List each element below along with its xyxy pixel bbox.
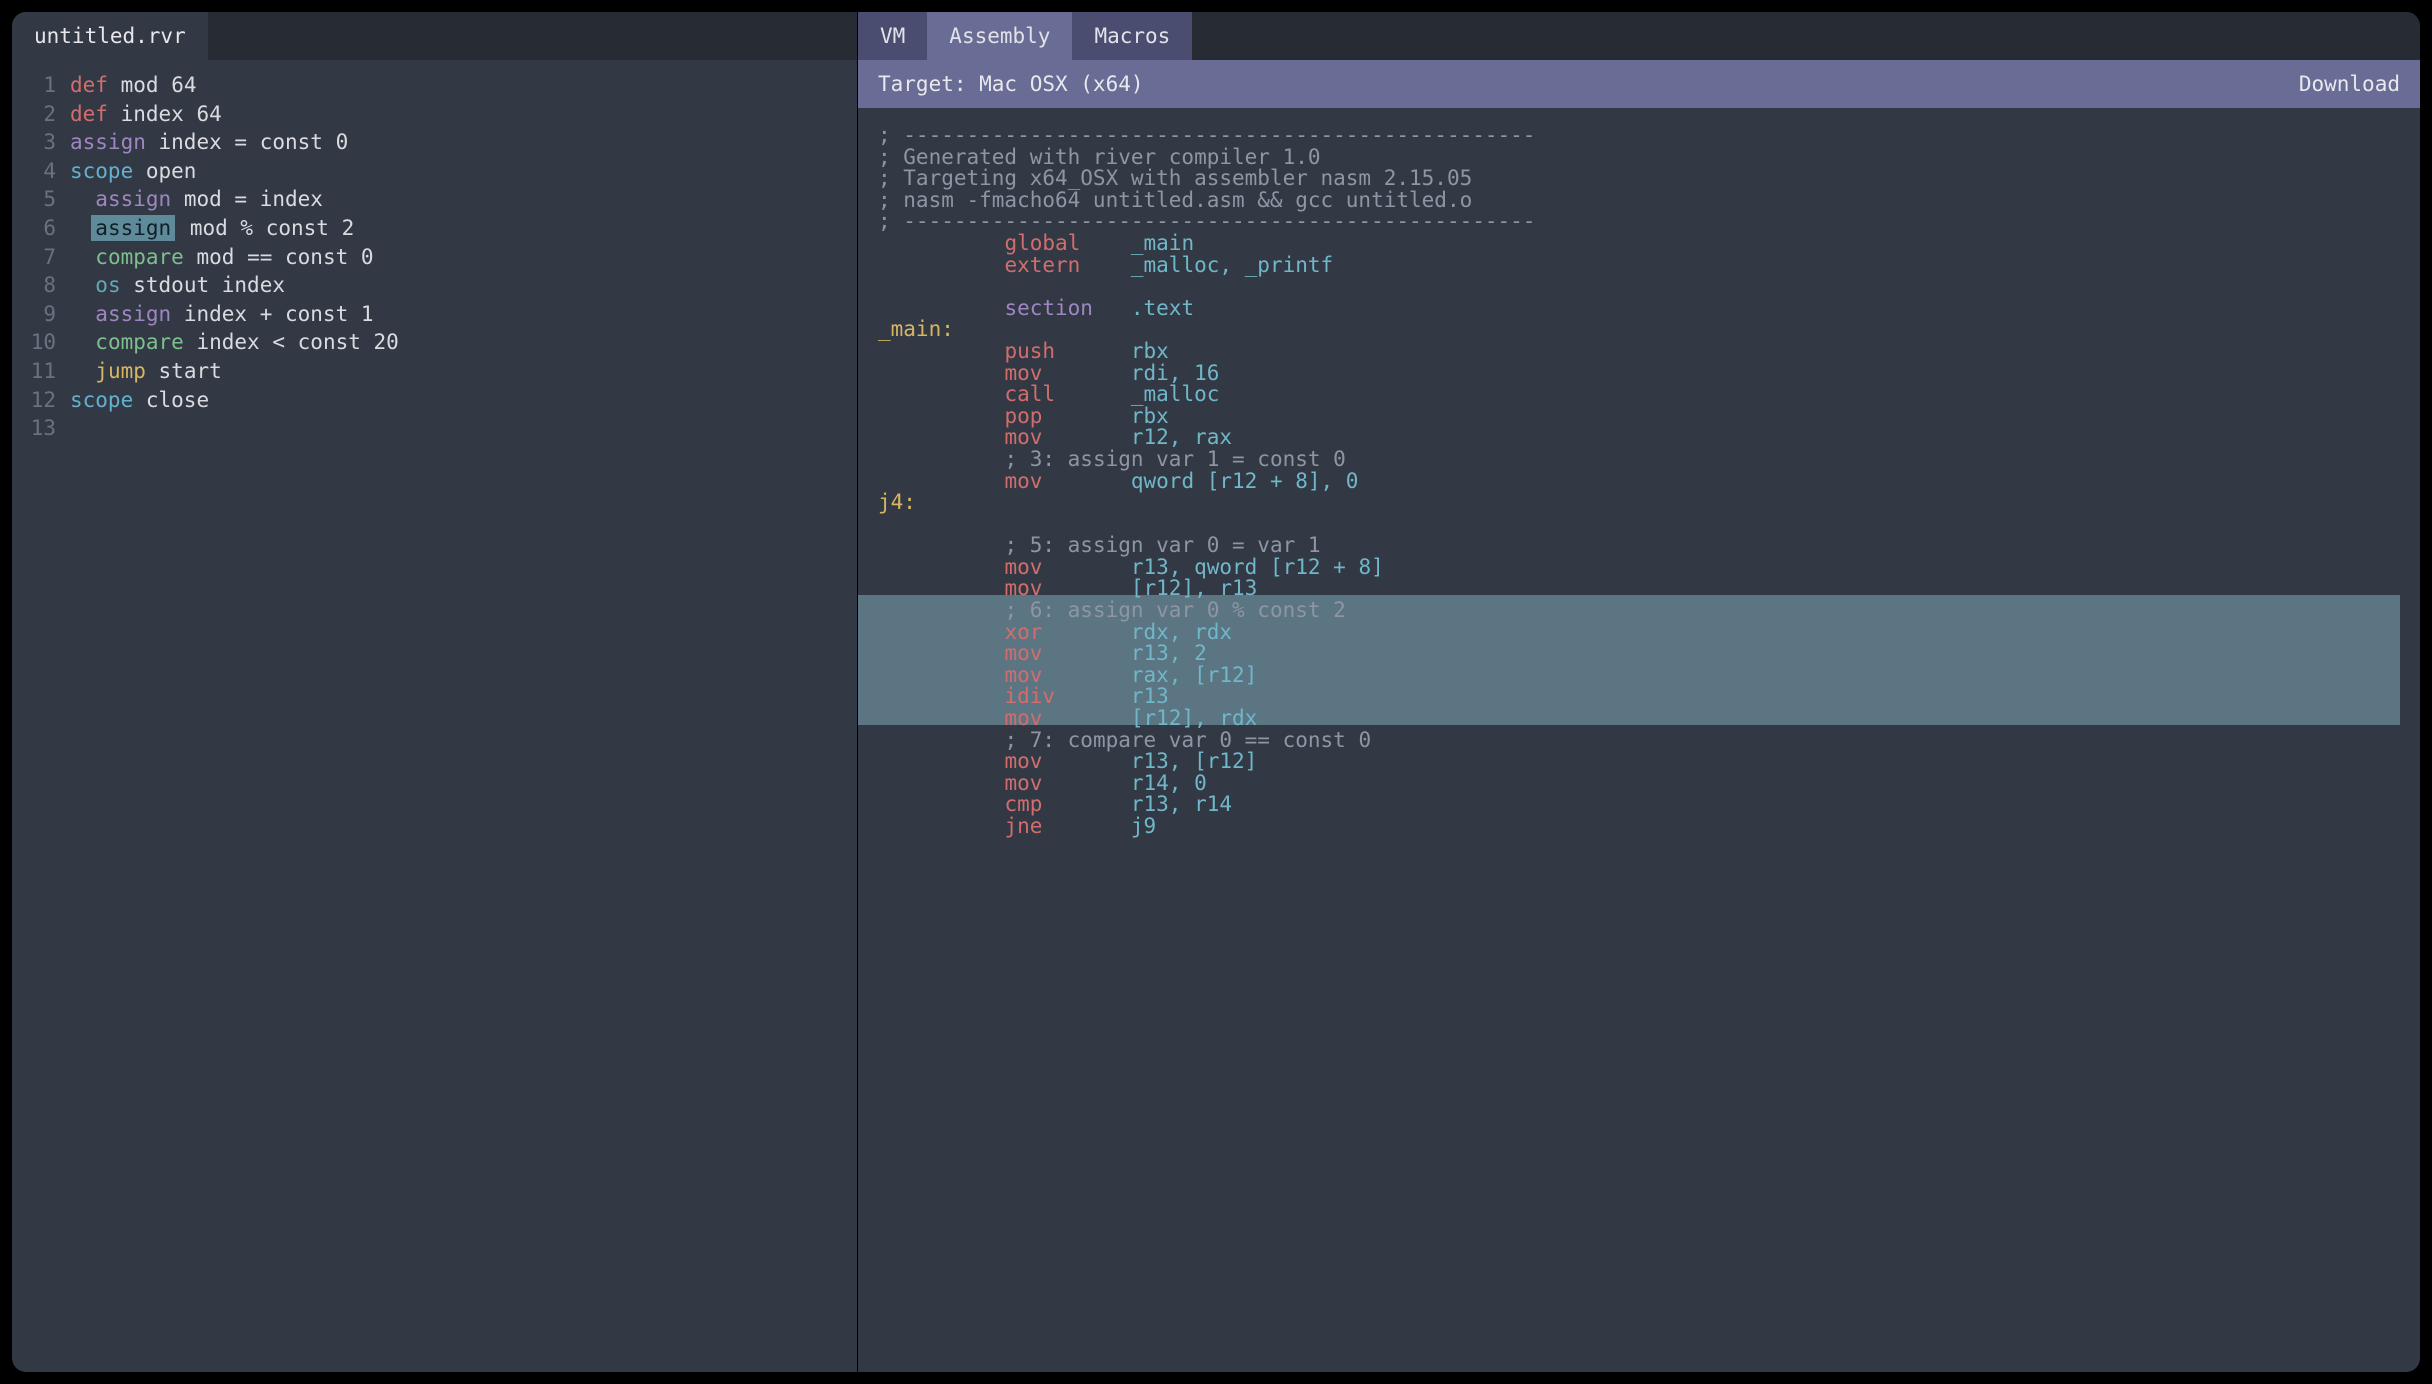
asm-line: global _main [878, 228, 2400, 250]
line-number: 2 [12, 99, 56, 128]
code-line[interactable] [70, 413, 857, 442]
line-number: 5 [12, 184, 56, 213]
assembly-output[interactable]: ; --------------------------------------… [858, 108, 2420, 1372]
line-gutter: 12345678910111213 [12, 70, 70, 1372]
output-tabbar: VMAssemblyMacros [858, 12, 2420, 60]
asm-line: push rbx [878, 336, 2400, 358]
code-line[interactable]: assign index + const 1 [70, 299, 857, 328]
asm-line: ; --------------------------------------… [878, 206, 2400, 228]
asm-line: pop rbx [878, 401, 2400, 423]
asm-line: mov rax, [r12] [858, 660, 2400, 682]
asm-line: call _malloc [878, 379, 2400, 401]
output-pane: VMAssemblyMacros Target: Mac OSX (x64) D… [858, 12, 2420, 1372]
asm-line: ; 5: assign var 0 = var 1 [878, 530, 2400, 552]
code-lines[interactable]: def mod 64def index 64assign index = con… [70, 70, 857, 1372]
code-line[interactable]: assign mod % const 2 [70, 213, 857, 242]
asm-line: ; Targeting x64_OSX with assembler nasm … [878, 163, 2400, 185]
code-line[interactable]: assign index = const 0 [70, 127, 857, 156]
code-line[interactable]: scope close [70, 385, 857, 414]
line-number: 9 [12, 299, 56, 328]
line-number: 6 [12, 213, 56, 242]
asm-line: mov r14, 0 [878, 768, 2400, 790]
asm-line: ; Generated with river compiler 1.0 [878, 142, 2400, 164]
line-number: 12 [12, 385, 56, 414]
asm-line: mov r12, rax [878, 422, 2400, 444]
output-tab-vm[interactable]: VM [858, 12, 927, 60]
editor-tabbar: untitled.rvr [12, 12, 857, 60]
asm-line: ; --------------------------------------… [878, 120, 2400, 142]
line-number: 4 [12, 156, 56, 185]
asm-line: mov qword [r12 + 8], 0 [878, 466, 2400, 488]
code-line[interactable]: jump start [70, 356, 857, 385]
asm-line: ; 3: assign var 1 = const 0 [878, 444, 2400, 466]
asm-line: mov r13, [r12] [878, 746, 2400, 768]
asm-line: mov r13, qword [r12 + 8] [878, 552, 2400, 574]
asm-line: extern _malloc, _printf [878, 250, 2400, 272]
asm-line: mov [r12], r13 [878, 573, 2400, 595]
code-line[interactable]: os stdout index [70, 270, 857, 299]
editor-pane: untitled.rvr 12345678910111213 def mod 6… [12, 12, 858, 1372]
line-number: 11 [12, 356, 56, 385]
line-number: 3 [12, 127, 56, 156]
line-number: 7 [12, 242, 56, 271]
asm-line [878, 509, 2400, 531]
line-number: 1 [12, 70, 56, 99]
line-number: 8 [12, 270, 56, 299]
asm-line: ; nasm -fmacho64 untitled.asm && gcc unt… [878, 185, 2400, 207]
asm-line: mov rdi, 16 [878, 358, 2400, 380]
output-tab-macros[interactable]: Macros [1072, 12, 1192, 60]
editor-tab-file[interactable]: untitled.rvr [12, 12, 208, 60]
asm-line: ; 7: compare var 0 == const 0 [878, 725, 2400, 747]
asm-line: section .text [878, 293, 2400, 315]
line-number: 10 [12, 327, 56, 356]
line-number: 13 [12, 413, 56, 442]
output-subheader: Target: Mac OSX (x64) Download [858, 60, 2420, 108]
asm-line: mov r13, 2 [858, 638, 2400, 660]
target-label: Target: Mac OSX (x64) [878, 72, 1144, 96]
code-line[interactable]: compare index < const 20 [70, 327, 857, 356]
code-line[interactable]: def mod 64 [70, 70, 857, 99]
asm-line: ; 6: assign var 0 % const 2 [858, 595, 2400, 617]
code-line[interactable]: def index 64 [70, 99, 857, 128]
download-link[interactable]: Download [2299, 72, 2400, 96]
asm-line: mov [r12], rdx [858, 703, 2400, 725]
code-line[interactable]: scope open [70, 156, 857, 185]
editor-code-area[interactable]: 12345678910111213 def mod 64def index 64… [12, 60, 857, 1372]
output-tab-assembly[interactable]: Assembly [927, 12, 1072, 60]
asm-line: cmp r13, r14 [878, 789, 2400, 811]
code-line[interactable]: assign mod = index [70, 184, 857, 213]
asm-line: jne j9 [878, 811, 2400, 833]
app-root: untitled.rvr 12345678910111213 def mod 6… [12, 12, 2420, 1372]
asm-line: idiv r13 [858, 681, 2400, 703]
code-line[interactable]: compare mod == const 0 [70, 242, 857, 271]
asm-line: xor rdx, rdx [858, 617, 2400, 639]
